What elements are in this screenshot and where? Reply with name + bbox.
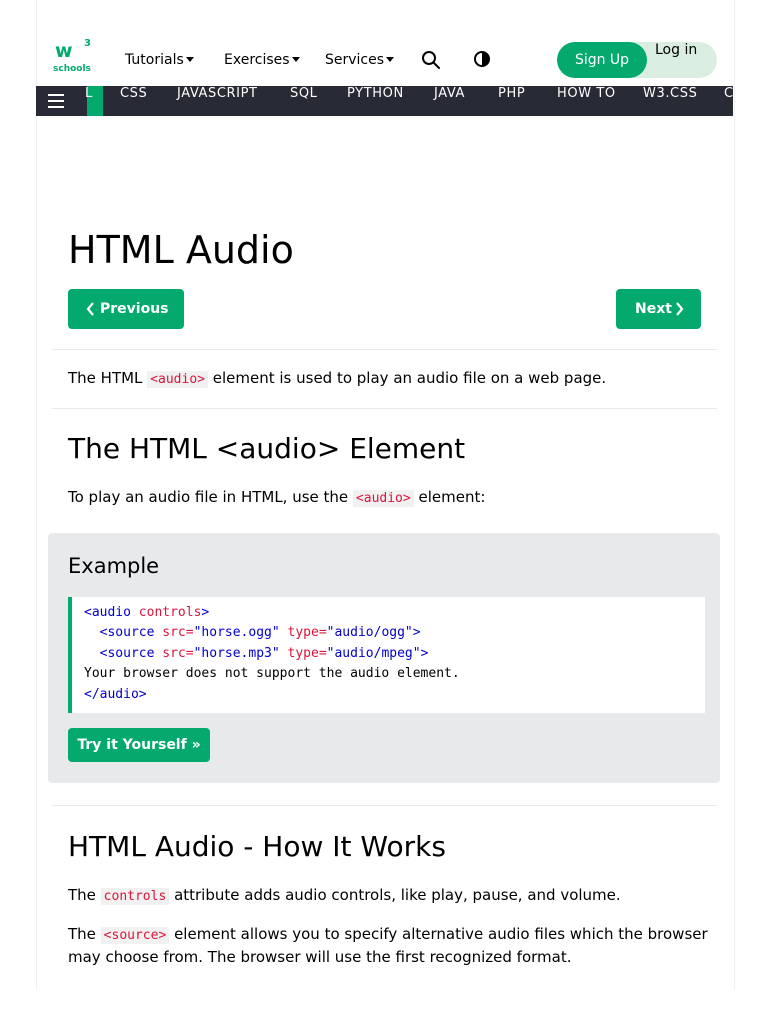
- search-button[interactable]: [420, 49, 442, 71]
- divider: [52, 408, 717, 409]
- nav-item-python[interactable]: PYTHON: [347, 86, 404, 116]
- services-label: Services: [325, 52, 385, 68]
- logo-mark: w: [55, 40, 73, 62]
- nav-item-howto[interactable]: HOW TO: [557, 86, 616, 116]
- code-line: </audio>: [84, 687, 147, 702]
- example-heading: Example: [68, 554, 160, 578]
- theme-toggle-button[interactable]: [471, 49, 493, 71]
- chevron-right-icon: [676, 302, 684, 316]
- contrast-icon: [474, 51, 490, 67]
- page-title: HTML Audio: [68, 228, 294, 272]
- controls-paragraph: The controls attribute adds audio contro…: [68, 884, 708, 907]
- nav-item-partial[interactable]: L: [85, 86, 93, 116]
- nav-item-overflow[interactable]: C: [724, 86, 733, 116]
- inline-code-audio: <audio>: [352, 490, 414, 507]
- nav-item-php[interactable]: PHP: [498, 86, 525, 116]
- sign-up-button[interactable]: Sign Up: [557, 42, 647, 78]
- tutorials-menu[interactable]: Tutorials: [125, 52, 194, 68]
- intro-paragraph: The HTML <audio> element is used to play…: [68, 367, 708, 390]
- nav-item-w3css[interactable]: W3.CSS: [643, 86, 697, 116]
- tutorials-label: Tutorials: [125, 52, 184, 68]
- caret-down-icon: [185, 57, 194, 62]
- nav-item-java[interactable]: JAVA: [434, 86, 465, 116]
- section1-text-end: element:: [413, 488, 486, 506]
- p3-text-start: The: [68, 925, 101, 943]
- inline-code-audio: <audio>: [147, 371, 208, 388]
- section-heading-how-it-works: HTML Audio - How It Works: [68, 830, 446, 863]
- logo-superscript: 3: [84, 38, 91, 49]
- intro-text-start: The HTML: [68, 369, 148, 387]
- p2-text-end: attribute adds audio controls, like play…: [169, 886, 621, 904]
- divider: [52, 349, 717, 350]
- nav-item-sql[interactable]: SQL: [290, 86, 318, 116]
- search-icon: [422, 51, 440, 69]
- previous-label: Previous: [100, 301, 169, 317]
- chevron-left-icon: [86, 302, 94, 316]
- exercises-label: Exercises: [224, 52, 290, 68]
- code-line: <source src="horse.mp3" type="audio/mpeg…: [99, 646, 429, 661]
- try-it-yourself-button[interactable]: Try it Yourself »: [68, 728, 210, 762]
- divider: [52, 805, 717, 806]
- log-in-button[interactable]: Log in: [655, 42, 697, 78]
- example-box: Example <audio controls> <source src="ho…: [48, 533, 720, 783]
- caret-down-icon: [291, 57, 300, 62]
- caret-down-icon: [386, 57, 395, 62]
- inline-code-controls: controls: [100, 888, 170, 905]
- code-block: <audio controls> <source src="horse.ogg"…: [68, 597, 705, 713]
- p2-text-start: The: [68, 886, 101, 904]
- hamburger-menu-icon[interactable]: [48, 94, 64, 108]
- nav-item-css[interactable]: CSS: [120, 86, 147, 116]
- auth-buttons: Sign Up Log in: [557, 42, 717, 78]
- code-line: Your browser does not support the audio …: [84, 666, 460, 681]
- intro-text-end: element is used to play an audio file on…: [207, 369, 607, 387]
- code-line: <source src="horse.ogg" type="audio/ogg"…: [99, 625, 421, 640]
- next-label: Next: [635, 301, 672, 317]
- source-paragraph: The <source> element allows you to speci…: [68, 923, 708, 969]
- section1-paragraph: To play an audio file in HTML, use the <…: [68, 486, 708, 509]
- nav-item-javascript[interactable]: JAVASCRIPT: [177, 86, 258, 116]
- next-button[interactable]: Next: [616, 289, 701, 329]
- inline-code-source: <source>: [100, 927, 170, 944]
- exercises-menu[interactable]: Exercises: [224, 52, 300, 68]
- previous-button[interactable]: Previous: [68, 289, 184, 329]
- code-line: <audio controls>: [84, 605, 210, 620]
- logo-subtext: schools: [53, 64, 91, 74]
- services-menu[interactable]: Services: [325, 52, 395, 68]
- w3schools-logo[interactable]: w 3 schools: [53, 38, 95, 76]
- tutorial-nav-bar: L CSS JAVASCRIPT SQL PYTHON JAVA PHP HOW…: [36, 86, 733, 116]
- section-heading-audio-element: The HTML <audio> Element: [68, 432, 466, 465]
- section1-text-start: To play an audio file in HTML, use the: [68, 488, 353, 506]
